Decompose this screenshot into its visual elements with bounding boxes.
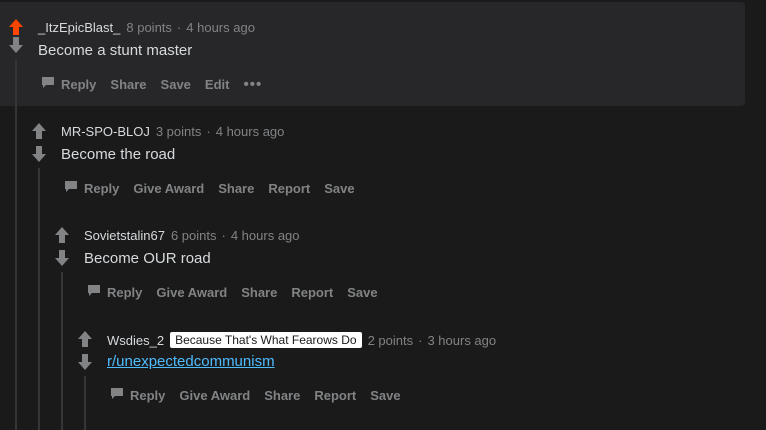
reply-button[interactable]: Reply (87, 284, 142, 300)
give-award-button[interactable]: Give Award (179, 388, 250, 403)
reply-label: Reply (130, 387, 166, 403)
timestamp[interactable]: 4 hours ago (216, 124, 285, 139)
vote-column (53, 226, 71, 267)
thread-line[interactable] (84, 376, 86, 430)
comment-body: Become OUR road (84, 250, 211, 267)
downvote-icon[interactable] (53, 249, 71, 267)
comment-icon (41, 76, 55, 92)
save-button[interactable]: Save (161, 77, 191, 92)
vote-column (30, 122, 48, 163)
comment-body: r/unexpectedcommunism (107, 353, 275, 370)
give-award-button[interactable]: Give Award (156, 285, 227, 300)
thread-line[interactable] (15, 60, 17, 430)
upvote-icon[interactable] (53, 226, 71, 244)
more-options-icon[interactable]: ••• (243, 77, 262, 92)
reply-button[interactable]: Reply (41, 76, 96, 92)
downvote-icon[interactable] (7, 36, 25, 54)
timestamp[interactable]: 4 hours ago (231, 228, 300, 243)
reply-label: Reply (107, 284, 143, 300)
timestamp[interactable]: 3 hours ago (427, 333, 496, 348)
comment-meta: _ItzEpicBlast_ 8 points · 4 hours ago (38, 20, 255, 35)
share-button[interactable]: Share (218, 181, 254, 196)
vote-column (76, 330, 94, 371)
share-button[interactable]: Share (241, 285, 277, 300)
upvote-icon[interactable] (30, 122, 48, 140)
comment-body: Become the road (61, 146, 176, 163)
comment-icon (64, 180, 78, 196)
downvote-icon[interactable] (30, 145, 48, 163)
report-button[interactable]: Report (314, 388, 356, 403)
separator: · (176, 20, 182, 35)
thread-line[interactable] (38, 168, 40, 430)
points: 3 points (155, 124, 202, 139)
author-name[interactable]: MR-SPO-BLOJ (61, 124, 150, 139)
comment-meta: MR-SPO-BLOJ 3 points · 4 hours ago (61, 124, 284, 139)
reply-button[interactable]: Reply (64, 180, 119, 196)
report-button[interactable]: Report (268, 181, 310, 196)
separator: · (206, 124, 211, 139)
points: 6 points (170, 228, 217, 243)
edit-button[interactable]: Edit (205, 77, 230, 92)
comment-1: _ItzEpicBlast_ 8 points · 4 hours ago Be… (0, 2, 745, 106)
subreddit-link[interactable]: r/unexpectedcommunism (107, 353, 275, 370)
user-flair: Because That's What Fearows Do (170, 332, 362, 348)
vote-column (7, 18, 25, 54)
downvote-icon[interactable] (76, 353, 94, 371)
comment-actions: Reply Share Save Edit ••• (41, 76, 276, 92)
timestamp[interactable]: 4 hours ago (186, 20, 255, 35)
author-name[interactable]: Wsdies_2 (107, 333, 164, 348)
points: 8 points (126, 20, 172, 35)
separator: · (221, 228, 226, 243)
comment-actions: Reply Give Award Share Report Save (64, 180, 369, 196)
upvote-icon[interactable] (76, 330, 94, 348)
give-award-button[interactable]: Give Award (133, 181, 204, 196)
comment-icon (87, 284, 101, 300)
points: 2 points (367, 332, 414, 348)
comment-actions: Reply Give Award Share Report Save (87, 284, 392, 300)
upvote-icon[interactable] (7, 18, 25, 36)
save-button[interactable]: Save (370, 388, 400, 403)
comment-meta: Wsdies_2 Because That's What Fearows Do … (107, 332, 496, 348)
share-button[interactable]: Share (110, 77, 146, 92)
share-button[interactable]: Share (264, 388, 300, 403)
author-name[interactable]: Sovietstalin67 (84, 228, 165, 243)
reply-button[interactable]: Reply (110, 387, 165, 403)
separator: · (418, 332, 423, 348)
report-button[interactable]: Report (291, 285, 333, 300)
thread-line[interactable] (61, 272, 63, 430)
comment-icon (110, 387, 124, 403)
comment-body: Become a stunt master (38, 42, 193, 59)
comment-meta: Sovietstalin67 6 points · 4 hours ago (84, 228, 300, 243)
save-button[interactable]: Save (324, 181, 354, 196)
save-button[interactable]: Save (347, 285, 377, 300)
comment-actions: Reply Give Award Share Report Save (110, 387, 415, 403)
author-name[interactable]: _ItzEpicBlast_ (38, 20, 120, 35)
reply-label: Reply (84, 180, 120, 196)
reply-label: Reply (61, 76, 97, 92)
